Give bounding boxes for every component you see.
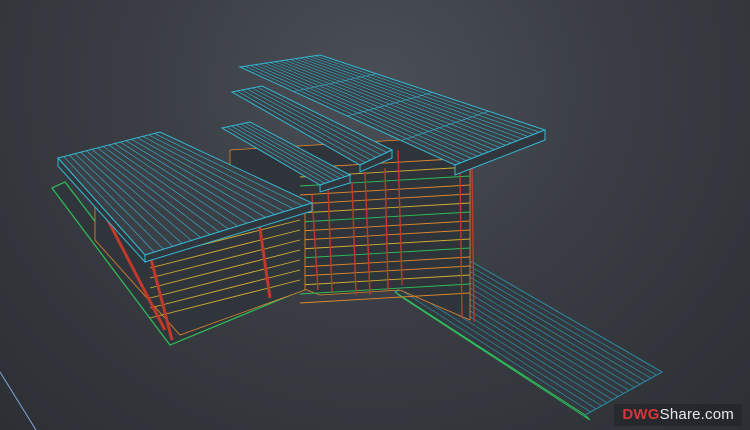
watermark-part-a: DWG: [622, 406, 660, 423]
watermark-logo: DWGShare.com: [614, 404, 742, 426]
watermark-part-b: Share.com: [659, 406, 734, 423]
3d-viewport[interactable]: [0, 0, 750, 430]
axis-line: [0, 371, 37, 430]
